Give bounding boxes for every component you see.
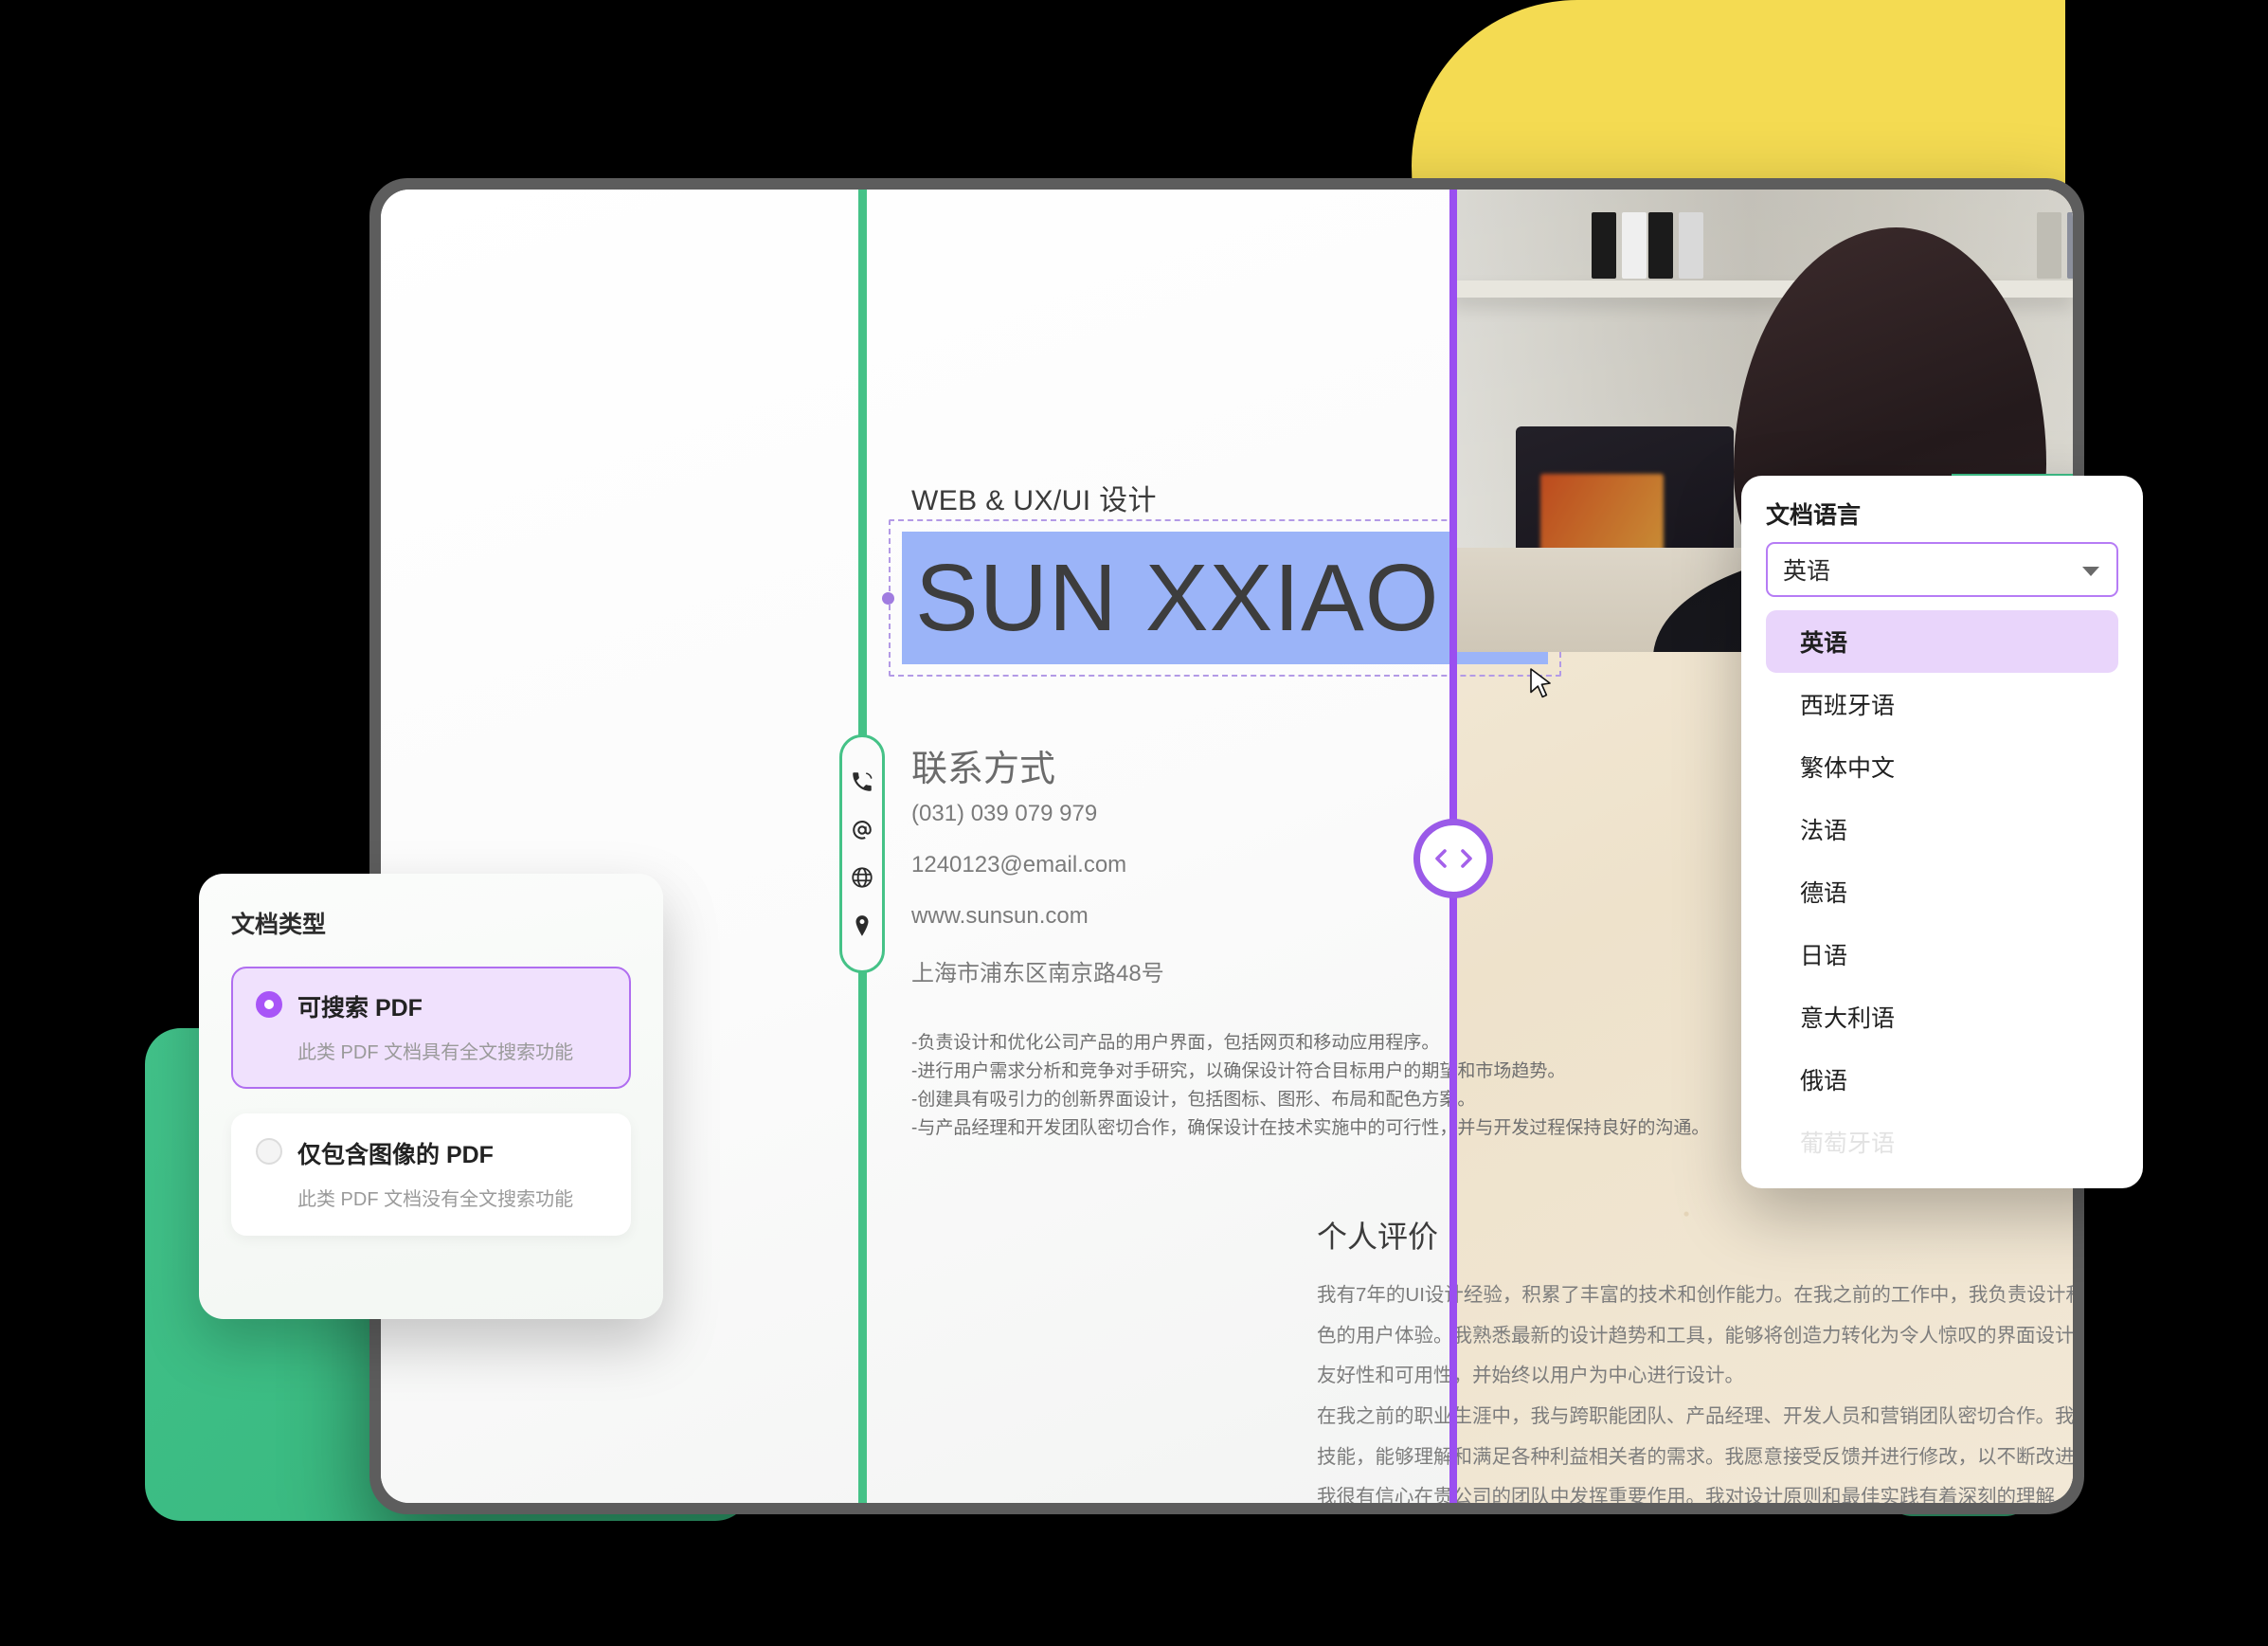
radio-selected-icon[interactable] — [256, 991, 282, 1018]
language-option-japanese[interactable]: 日语 — [1766, 923, 2118, 986]
language-option-french[interactable]: 法语 — [1766, 798, 2118, 860]
resume-role-line: WEB & UX/UI 设计 — [911, 485, 1157, 516]
photo-book — [2037, 212, 2061, 279]
doc-type-option-label: 仅包含图像的 PDF — [297, 1142, 494, 1168]
chevron-right-icon — [1455, 846, 1476, 871]
chevron-down-icon[interactable] — [2082, 567, 2099, 576]
document-type-panel: 文档类型 可搜索 PDF 此类 PDF 文档具有全文搜索功能 仅包含图像的 PD… — [199, 874, 663, 1319]
language-option-german[interactable]: 德语 — [1766, 860, 2118, 923]
document-language-title: 文档语言 — [1766, 502, 1862, 529]
screenshot-stage: WEB & UX/UI 设计 SUN XXIAO 联系方式 (031) 039 … — [0, 0, 2268, 1646]
language-option-spanish[interactable]: 西班牙语 — [1766, 673, 2118, 735]
document-language-panel: 文档语言 英语 英语 西班牙语 繁体中文 法语 德语 日语 意大利语 俄语 葡萄… — [1741, 476, 2143, 1188]
evaluation-paragraph: 我很有信心在贵公司的团队中发挥重要作用。我对设计原则和最佳实践有着深刻的理解，能… — [1317, 1486, 2073, 1503]
duty-bullet: -负责设计和优化公司产品的用户界面，包括网页和移动应用程序。 — [911, 1033, 1440, 1053]
evaluation-title: 个人评价 — [1317, 1220, 1439, 1254]
doc-type-option-label: 可搜索 PDF — [297, 995, 423, 1022]
photo-book — [1679, 212, 1703, 279]
language-select-input[interactable]: 英语 — [1766, 542, 2118, 597]
resume-evaluation: 个人评价 我有7年的UI设计经验，积累了丰富的技术和创作能力。在我之前的工作中，… — [1317, 1213, 2073, 1503]
phone-icon — [850, 769, 874, 794]
photo-book — [2067, 212, 2073, 279]
contact-email: 1240123@email.com — [911, 852, 1127, 877]
doc-type-option-description: 此类 PDF 文档具有全文搜索功能 — [297, 1042, 574, 1063]
language-option-list: 英语 西班牙语 繁体中文 法语 德语 日语 意大利语 俄语 葡萄牙语 — [1766, 610, 2118, 1173]
evaluation-paragraph: 我有7年的UI设计经验，积累了丰富的技术和创作能力。在我之前的工作中，我负责设计… — [1317, 1284, 2073, 1387]
duty-bullet: -创建具有吸引力的创新界面设计，包括图标、图形、布局和配色方案。 — [911, 1090, 1476, 1111]
photo-book — [1592, 212, 1616, 279]
language-option-portuguese[interactable]: 葡萄牙语 — [1766, 1111, 2118, 1173]
doc-type-option-description: 此类 PDF 文档没有全文搜索功能 — [297, 1189, 574, 1210]
chevron-left-icon — [1431, 846, 1452, 871]
contact-address: 上海市浦东区南京路48号 — [911, 961, 1164, 986]
language-selected-value: 英语 — [1783, 558, 1831, 585]
photo-book — [1648, 212, 1673, 279]
doc-type-option-image-only-pdf[interactable]: 仅包含图像的 PDF 此类 PDF 文档没有全文搜索功能 — [231, 1113, 631, 1236]
photo-monitor-glow — [1540, 474, 1664, 559]
language-option-italian[interactable]: 意大利语 — [1766, 986, 2118, 1048]
globe-icon — [850, 865, 874, 890]
document-type-title: 文档类型 — [231, 912, 327, 938]
contact-website: www.sunsun.com — [911, 903, 1089, 929]
compare-slider-handle[interactable] — [1413, 819, 1493, 898]
contact-section-title: 联系方式 — [911, 750, 1056, 789]
radio-unselected-icon[interactable] — [256, 1138, 282, 1165]
photo-book — [1622, 212, 1647, 279]
evaluation-paragraph: 在我之前的职业生涯中，我与跨职能团队、产品经理、开发人员和营销团队密切合作。我培… — [1317, 1404, 2073, 1468]
selection-handle-left[interactable] — [882, 592, 894, 605]
duty-bullet: -进行用户需求分析和竞争对手研究，以确保设计符合目标用户的期望和市场趋势。 — [911, 1061, 1566, 1082]
contact-icon-pill — [839, 734, 885, 973]
doc-type-option-searchable-pdf[interactable]: 可搜索 PDF 此类 PDF 文档具有全文搜索功能 — [231, 967, 631, 1089]
language-option-traditional-chinese[interactable]: 繁体中文 — [1766, 735, 2118, 798]
language-option-english[interactable]: 英语 — [1766, 610, 2118, 673]
mouse-cursor-icon — [1529, 668, 1554, 702]
resume-name-text: SUN XXIAO — [915, 545, 1440, 651]
language-option-russian[interactable]: 俄语 — [1766, 1048, 2118, 1111]
location-pin-icon — [850, 913, 874, 938]
contact-list: (031) 039 079 979 1240123@email.com www.… — [911, 801, 1164, 1012]
duty-bullet: -与产品经理和开发团队密切合作，确保设计在技术实施中的可行性，并与开发过程保持良… — [911, 1118, 1710, 1139]
contact-phone: (031) 039 079 979 — [911, 801, 1098, 826]
at-icon — [850, 818, 874, 842]
resume-duty-bullets: -负责设计和优化公司产品的用户界面，包括网页和移动应用程序。 -进行用户需求分析… — [911, 1029, 1710, 1143]
